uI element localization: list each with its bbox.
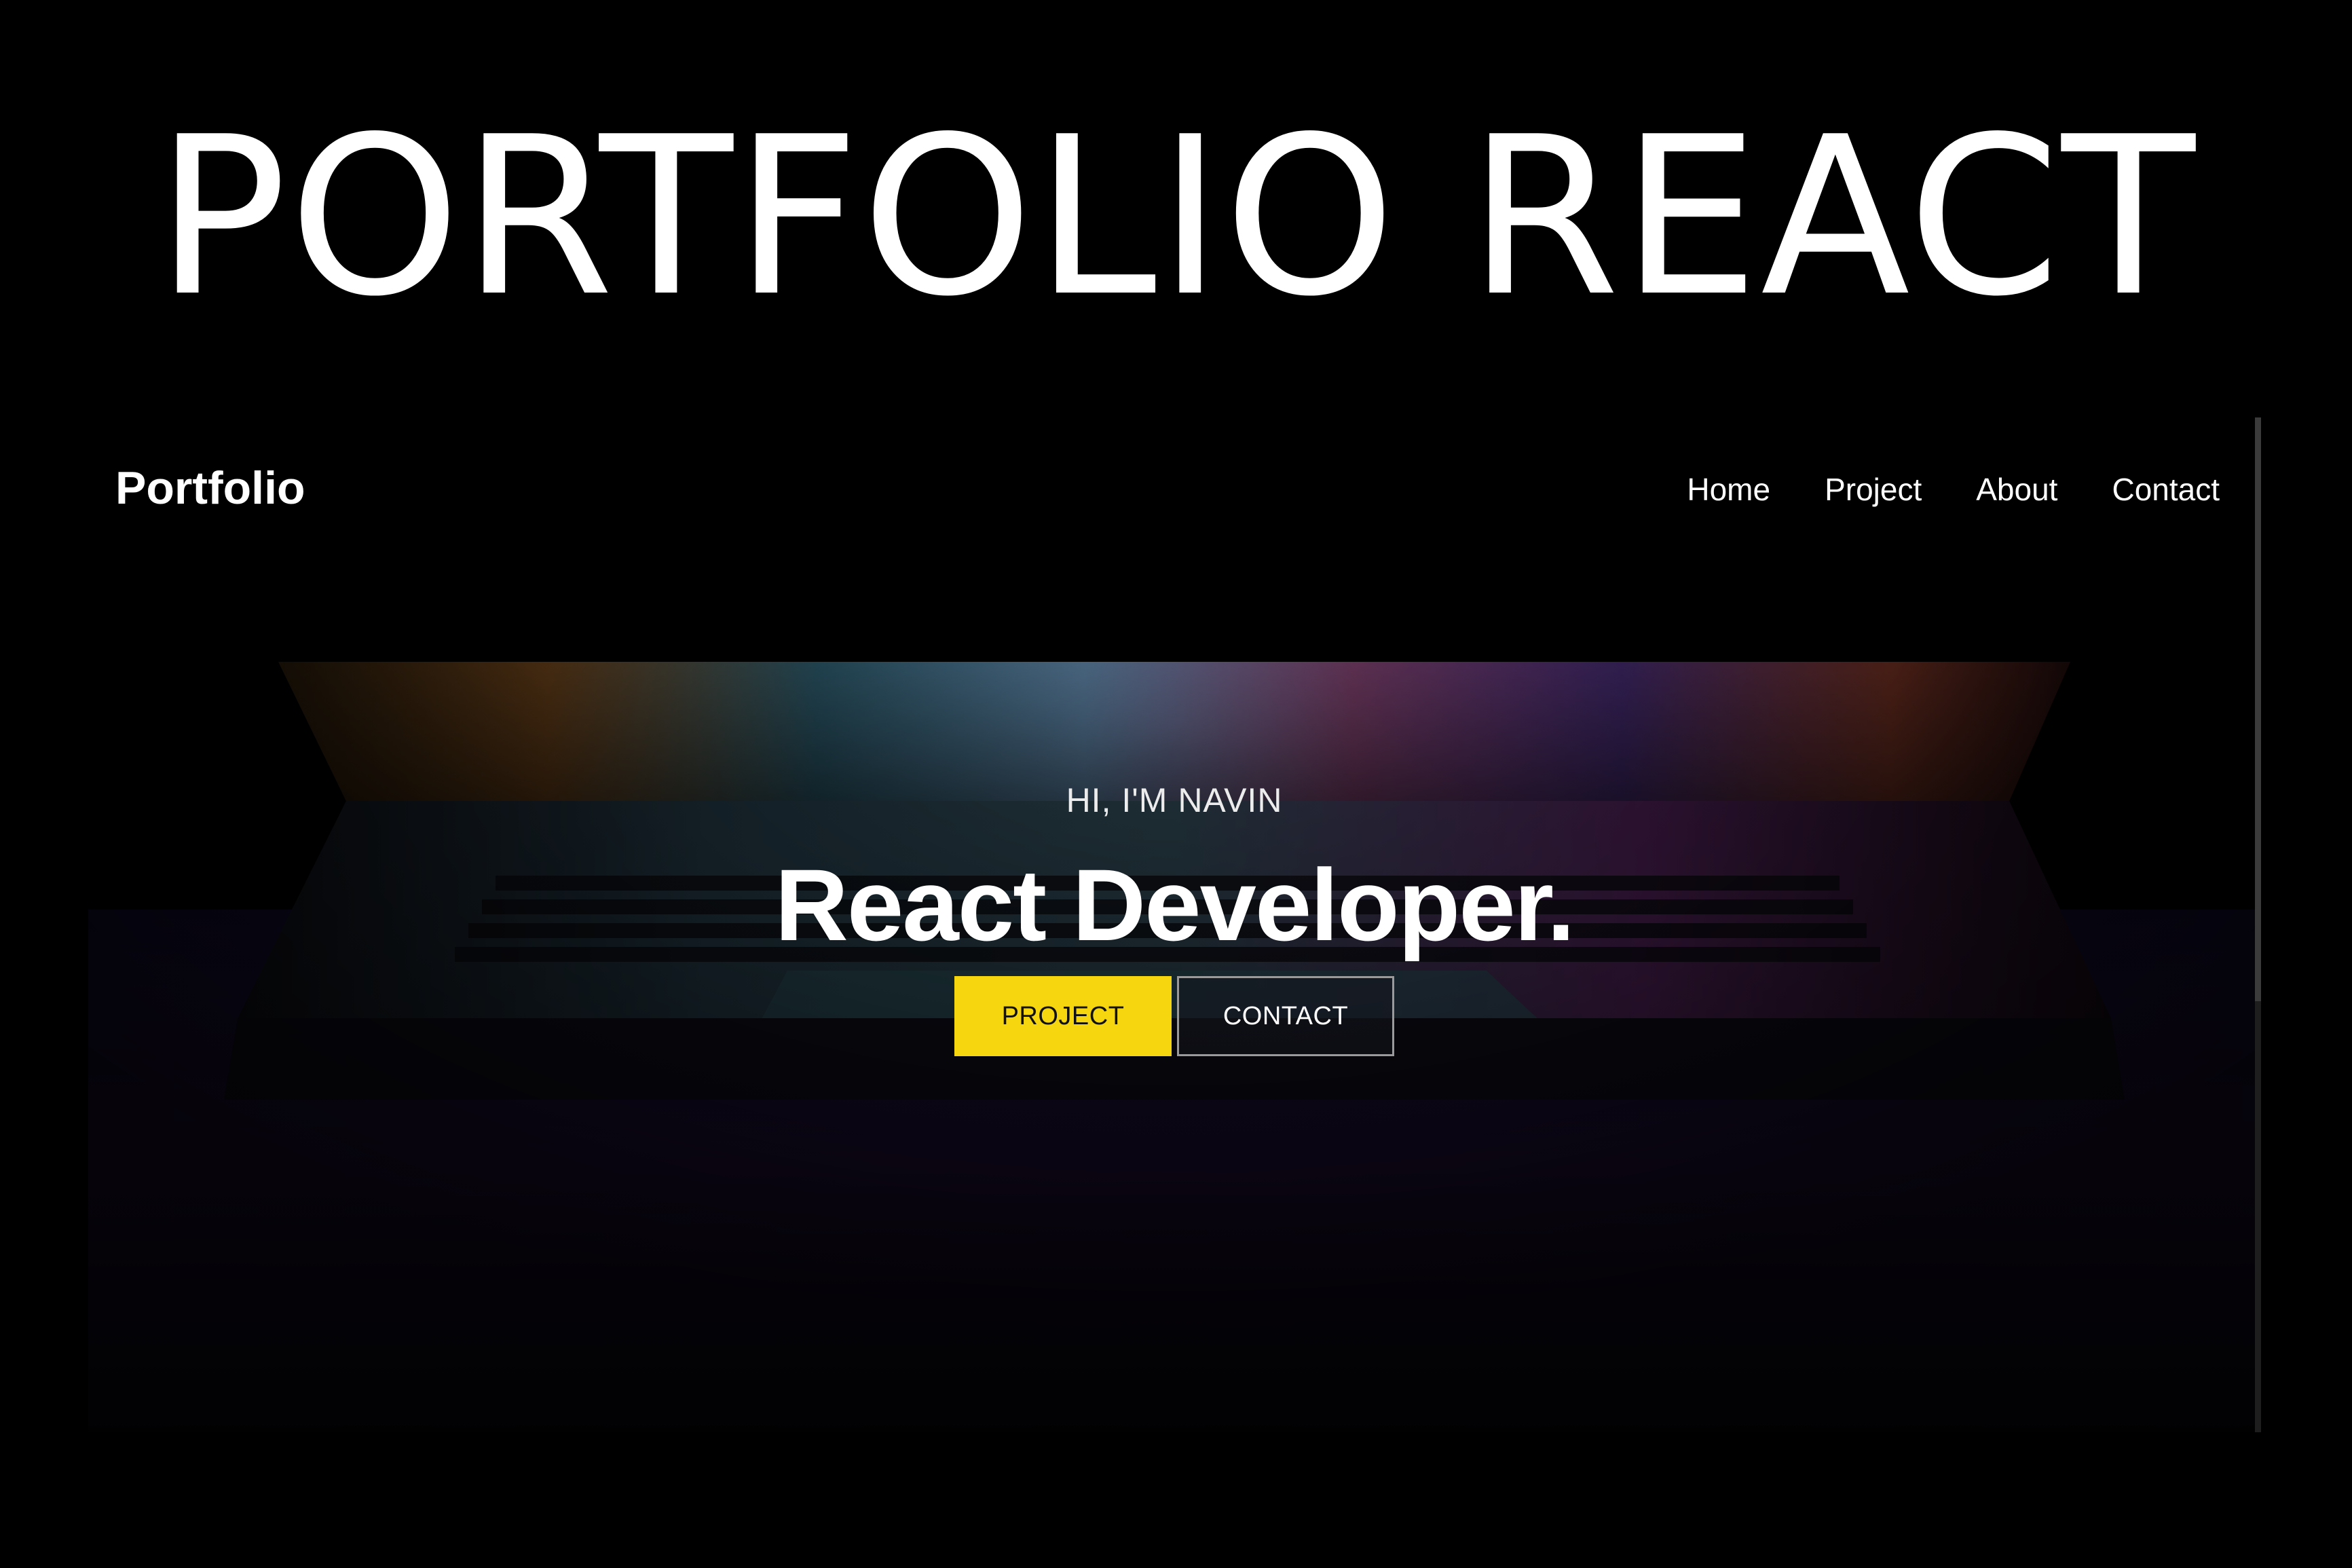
main-nav: Home Project About Contact — [1687, 471, 2220, 508]
project-button[interactable]: PROJECT — [954, 976, 1172, 1056]
nav-link-about[interactable]: About — [1976, 471, 2057, 508]
nav-link-contact[interactable]: Contact — [2112, 471, 2220, 508]
hero-greeting: HI, I'M NAVIN — [1066, 781, 1283, 819]
hero-cta-row: PROJECT CONTACT — [88, 976, 2260, 1056]
scrollbar-thumb[interactable] — [2255, 417, 2261, 1001]
banner-title: PORTFOLIO REACT — [155, 90, 2197, 344]
website-screenshot: Portfolio Home Project About Contact HI,… — [88, 421, 2260, 1432]
site-brand-logo[interactable]: Portfolio — [115, 462, 305, 515]
hero-content: HI, I'M NAVIN React Developer. PROJECT C… — [88, 781, 2260, 1056]
nav-link-home[interactable]: Home — [1687, 471, 1770, 508]
contact-button[interactable]: CONTACT — [1177, 976, 1394, 1056]
nav-link-project[interactable]: Project — [1825, 471, 1922, 508]
hero-headline: React Developer. — [774, 848, 1575, 962]
page-scrollbar[interactable] — [2255, 417, 2261, 1432]
